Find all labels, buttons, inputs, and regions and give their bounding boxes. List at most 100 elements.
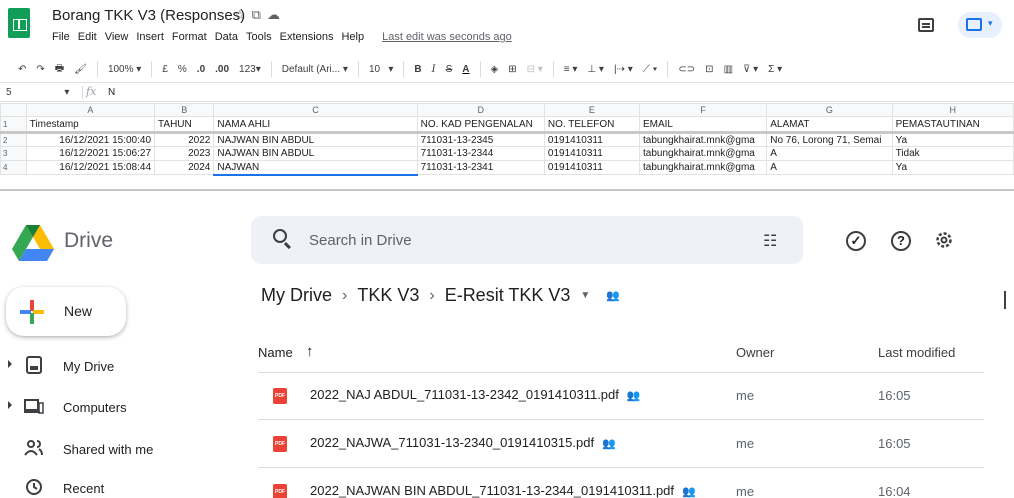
strikethrough-icon[interactable]: S (446, 64, 453, 75)
cell[interactable]: A (766, 160, 893, 175)
expand-arrow-icon[interactable] (8, 401, 12, 409)
cell[interactable]: 16/12/2021 15:08:44 (25, 160, 156, 175)
menu-edit[interactable]: Edit (78, 31, 97, 43)
settings-gear-icon[interactable] (934, 230, 954, 250)
font-size-select[interactable]: 10 ▾ (369, 64, 393, 75)
cell[interactable]: 711031-13-2341 (416, 160, 545, 175)
increase-decimal-button[interactable]: .00 (215, 64, 229, 75)
sidebar-item-computers[interactable]: Computers (0, 393, 200, 423)
row-number[interactable]: 1 (0, 116, 27, 134)
menu-format[interactable]: Format (172, 31, 207, 43)
row-number[interactable]: 3 (0, 146, 27, 161)
undo-icon[interactable]: ↶ (18, 64, 26, 75)
file-row[interactable]: PDF 2022_NAJ ABDUL_711031-13-2342_019141… (258, 372, 984, 420)
cell[interactable]: 0191410311 (543, 160, 640, 175)
menu-help[interactable]: Help (341, 31, 364, 43)
cell[interactable]: 0191410311 (543, 132, 640, 147)
cell[interactable]: NAJWAN BIN ABDUL (213, 132, 418, 147)
cell[interactable]: 2022 (154, 132, 215, 147)
search-input[interactable] (309, 230, 729, 250)
cell[interactable]: 0191410311 (543, 146, 640, 161)
search-icon[interactable] (273, 229, 287, 243)
cell[interactable]: NAJWAN BIN ABDUL (213, 146, 418, 161)
last-edit-link[interactable]: Last edit was seconds ago (382, 31, 512, 43)
cell[interactable]: Ya (891, 132, 1014, 147)
menu-view[interactable]: View (105, 31, 129, 43)
comment-history-icon[interactable] (918, 18, 934, 32)
search-options-icon[interactable]: ☷ (763, 231, 777, 251)
cell[interactable]: NO. TELEFON (543, 116, 640, 134)
menu-data[interactable]: Data (215, 31, 238, 43)
cell[interactable]: 2023 (154, 146, 215, 161)
cell[interactable]: 2024 (154, 160, 215, 175)
column-header[interactable]: A (25, 103, 156, 117)
menu-extensions[interactable]: Extensions (280, 31, 334, 43)
select-all-corner[interactable] (0, 103, 27, 117)
cell[interactable]: NAJWAN (213, 160, 418, 176)
borders-icon[interactable]: ⊞ (508, 64, 516, 75)
cell[interactable]: ALAMAT (766, 116, 893, 134)
column-header[interactable]: E (543, 103, 640, 117)
more-formats-select[interactable]: 123▾ (239, 64, 261, 75)
text-color-icon[interactable]: A (462, 64, 469, 75)
zoom-select[interactable]: 100% ▾ (108, 64, 141, 75)
vertical-align-icon[interactable]: ⊥ ▾ (587, 64, 604, 75)
menu-insert[interactable]: Insert (136, 31, 164, 43)
cell[interactable]: Ya (891, 160, 1014, 175)
cell[interactable]: tabungkhairat.mnk@gma (638, 146, 768, 161)
sort-arrow-up-icon[interactable]: ↑ (306, 343, 314, 360)
paint-format-icon[interactable]: 🖌 (74, 64, 87, 75)
column-header[interactable]: G (766, 103, 893, 117)
cell[interactable]: PEMASTAUTINAN (891, 116, 1014, 134)
cell[interactable]: tabungkhairat.mnk@gma (638, 160, 768, 175)
move-folder-icon[interactable]: ⧉ (252, 7, 267, 22)
cell[interactable]: NAMA AHLI (213, 116, 418, 134)
star-icon[interactable]: ☆ (234, 7, 252, 22)
menu-tools[interactable]: Tools (246, 31, 272, 43)
name-box[interactable]: 5 ▾ (6, 87, 69, 98)
bold-icon[interactable]: B (414, 64, 421, 75)
merge-cells-icon[interactable]: ⊟ ▾ (527, 64, 543, 75)
cell[interactable]: EMAIL (638, 116, 768, 134)
redo-icon[interactable]: ↷ (36, 64, 44, 75)
cloud-status-icon[interactable]: ☁ (267, 7, 286, 22)
cell[interactable]: tabungkhairat.mnk@gma (638, 132, 768, 147)
cell[interactable]: 711031-13-2344 (416, 146, 545, 161)
row-number[interactable]: 4 (0, 160, 27, 175)
chevron-down-icon[interactable]: ▼ (580, 290, 590, 301)
file-row[interactable]: PDF 2022_NAJWAN BIN ABDUL_711031-13-2344… (258, 468, 984, 498)
percent-button[interactable]: % (178, 64, 187, 75)
functions-icon[interactable]: Σ ▾ (768, 64, 782, 75)
sidebar-item-shared-with-me[interactable]: Shared with me (0, 435, 200, 465)
file-row[interactable]: PDF 2022_NAJWA_711031-13-2340_0191410315… (258, 420, 984, 468)
cell[interactable]: NO. KAD PENGENALAN (416, 116, 545, 134)
formula-input[interactable]: N (108, 87, 115, 98)
sidebar-item-recent[interactable]: Recent (0, 474, 200, 498)
cell[interactable]: No 76, Lorong 71, Semai (766, 132, 893, 147)
document-title[interactable]: Borang TKK V3 (Responses) (52, 7, 245, 24)
column-owner-header[interactable]: Owner (736, 345, 774, 360)
column-name-header[interactable]: Name (258, 345, 293, 360)
insert-link-icon[interactable]: ⊂⊃ (678, 64, 695, 75)
new-button[interactable]: New (6, 287, 126, 336)
cell[interactable]: A (766, 146, 893, 161)
breadcrumb-item[interactable]: My Drive (261, 285, 332, 306)
cell[interactable]: 16/12/2021 15:00:40 (25, 132, 156, 147)
cell[interactable]: 711031-13-2345 (416, 132, 545, 147)
sidebar-item-my-drive[interactable]: My Drive (0, 352, 200, 382)
currency-button[interactable]: £ (162, 64, 168, 75)
offline-ready-icon[interactable]: ✓ (846, 231, 866, 251)
column-modified-header[interactable]: Last modified (878, 345, 955, 360)
row-number[interactable]: 2 (0, 132, 27, 147)
search-bar[interactable]: ☷ (251, 216, 803, 264)
fill-color-icon[interactable]: ◈ (491, 64, 499, 75)
cell[interactable]: Timestamp (25, 116, 156, 134)
column-header[interactable]: B (154, 103, 215, 117)
present-button[interactable]: ▾ (958, 12, 1002, 38)
decrease-decimal-button[interactable]: .0 (197, 64, 205, 75)
breadcrumb-current[interactable]: E-Resit TKK V3 (445, 285, 571, 306)
cell[interactable]: TAHUN (154, 116, 215, 134)
filter-icon[interactable]: ⊽ ▾ (743, 64, 758, 75)
cell[interactable]: 16/12/2021 15:06:27 (25, 146, 156, 161)
insert-chart-icon[interactable]: ▥ (724, 64, 733, 75)
